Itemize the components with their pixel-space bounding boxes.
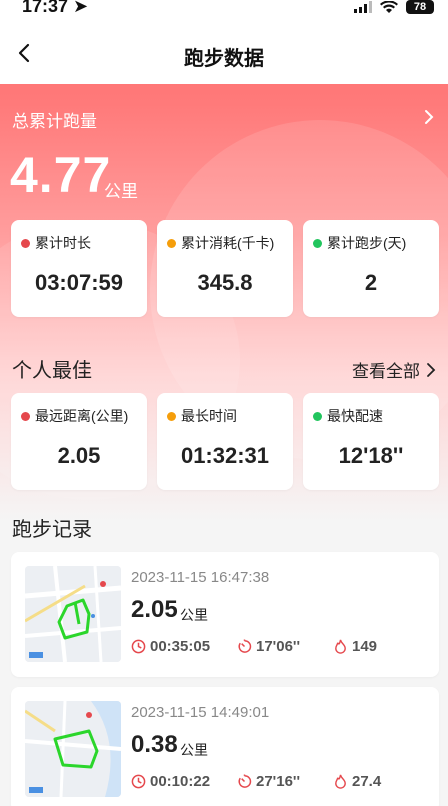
stat-label: 累计消耗(千卡)	[181, 235, 275, 251]
run-distance: 0.38	[131, 731, 178, 758]
best-card-time: 最长时间 01:32:31	[157, 393, 293, 490]
stat-card-duration: 累计时长 03:07:59	[11, 220, 147, 317]
best-label: 最快配速	[327, 408, 383, 424]
stat-label: 累计时长	[35, 235, 91, 251]
personal-best-title: 个人最佳	[12, 360, 92, 382]
status-dot	[167, 411, 176, 421]
signal-icon	[354, 1, 372, 13]
best-value: 2.05	[57, 443, 101, 468]
status-time: 17:37 ➤	[22, 0, 89, 16]
pace-icon	[238, 639, 252, 653]
battery-icon: 78	[406, 0, 434, 14]
run-stats: 00:35:05 17'06'' 149	[131, 638, 377, 655]
wifi-icon	[380, 0, 398, 13]
run-distance: 2.05	[131, 596, 178, 623]
total-distance-label[interactable]: 总累计跑量	[12, 107, 97, 132]
run-record-card[interactable]: 2023-11-15 16:47:38 2.05 公里 00:35:05 17'…	[11, 552, 439, 677]
status-dot	[313, 411, 322, 421]
best-value: 12'18''	[338, 443, 404, 468]
run-date: 2023-11-15 16:47:38	[131, 569, 270, 586]
main-content: 总累计跑量 4.77 公里 累计时长 03:07:59 累计消耗(千卡) 345…	[0, 0, 448, 806]
status-dot	[21, 411, 30, 421]
best-card-distance: 最远距离(公里) 2.05	[11, 393, 147, 490]
pace-icon	[238, 774, 252, 788]
best-value: 01:32:31	[180, 443, 270, 468]
clock-icon	[131, 774, 146, 789]
best-label: 最长时间	[181, 408, 237, 424]
chevron-right-icon[interactable]	[422, 108, 436, 126]
run-record-card[interactable]: 2023-11-15 14:49:01 0.38 公里 00:10:22 27'…	[11, 687, 439, 806]
status-icons: 78	[354, 0, 434, 14]
status-bar: 17:37 ➤ 78	[0, 0, 448, 22]
flame-icon	[335, 774, 346, 789]
best-label: 最远距离(公里)	[35, 408, 129, 424]
view-all-label: 查看全部	[352, 362, 420, 381]
chevron-right-icon	[427, 362, 436, 377]
run-records-title: 跑步记录	[12, 519, 92, 541]
status-dot	[167, 238, 176, 248]
run-duration: 00:35:05	[131, 638, 237, 655]
stat-value: 345.8	[197, 270, 253, 295]
stat-card-days: 累计跑步(天) 2	[303, 220, 439, 317]
run-distance-unit: 公里	[180, 607, 208, 623]
stat-value: 2	[364, 270, 378, 295]
total-distance-unit: 公里	[104, 182, 138, 201]
stat-card-calories: 累计消耗(千卡) 345.8	[157, 220, 293, 317]
page-title: 跑步数据	[184, 48, 264, 70]
run-duration: 00:10:22	[131, 773, 237, 790]
status-dot	[313, 238, 322, 248]
run-date: 2023-11-15 14:49:01	[131, 704, 270, 721]
run-calories: 27.4	[333, 773, 381, 790]
view-all-link[interactable]: 查看全部	[352, 357, 436, 382]
stat-value: 03:07:59	[34, 270, 124, 295]
run-pace: 17'06''	[237, 638, 333, 655]
status-dot	[21, 238, 30, 248]
route-map-thumbnail	[25, 566, 121, 662]
clock-icon	[131, 639, 146, 654]
nav-bar: 跑步数据	[0, 22, 448, 84]
flame-icon	[335, 639, 346, 654]
route-map-thumbnail	[25, 701, 121, 797]
run-stats: 00:10:22 27'16'' 27.4	[131, 773, 381, 790]
run-distance-unit: 公里	[180, 742, 208, 758]
total-distance-value: 4.77	[10, 147, 112, 203]
run-calories: 149	[333, 638, 377, 655]
stat-label: 累计跑步(天)	[327, 235, 407, 251]
best-card-pace: 最快配速 12'18''	[303, 393, 439, 490]
run-pace: 27'16''	[237, 773, 333, 790]
